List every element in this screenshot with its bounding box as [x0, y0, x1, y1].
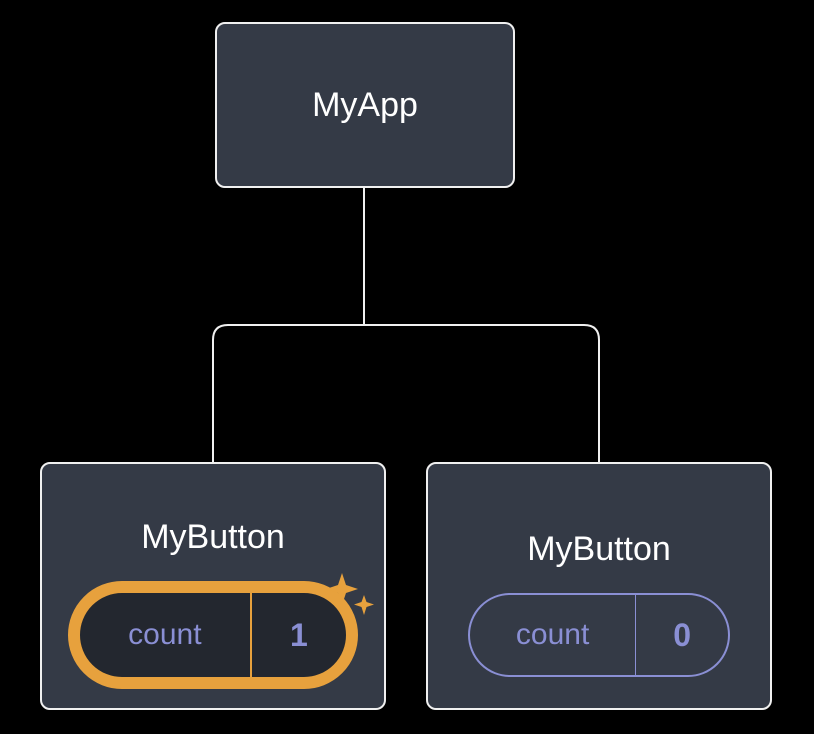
count-label: count: [470, 595, 635, 675]
count-label: count: [80, 593, 250, 677]
root-node-myapp: MyApp: [215, 22, 515, 188]
count-value: 0: [636, 595, 728, 675]
child-node-right-label: MyButton: [527, 530, 671, 569]
root-node-label: MyApp: [312, 86, 418, 125]
sparkle-icon: [320, 567, 376, 623]
child-node-left-label: MyButton: [141, 518, 285, 557]
child-node-left: MyButton count 1: [40, 462, 386, 710]
count-pill-active: count 1: [68, 581, 358, 689]
count-pill-inactive: count 0: [468, 593, 730, 677]
child-node-right: MyButton count 0: [426, 462, 772, 710]
